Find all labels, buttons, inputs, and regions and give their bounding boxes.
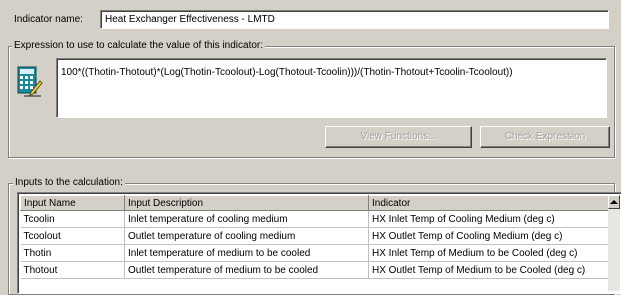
table-row[interactable]: Tcoolout Outlet temperature of cooling m… [20,227,610,245]
input-name-cell[interactable]: Tcoolout [20,227,125,245]
arrow-up-icon [610,200,618,204]
indicator-name-value: Heat Exchanger Effectiveness - LMTD [105,14,275,25]
indicator-cell[interactable]: HX Inlet Temp of Cooling Medium (deg c) [368,210,610,228]
indicator-name-label: Indicator name: [14,14,83,25]
inputs-group-label: Inputs to the calculation: [13,177,125,188]
indicator-cell[interactable]: HX Outlet Temp of Cooling Medium (deg c) [368,227,610,245]
input-description-cell[interactable]: Outlet temperature of medium to be coole… [124,261,369,279]
indicator-name-field[interactable]: Heat Exchanger Effectiveness - LMTD [100,10,609,29]
column-header-indicator[interactable]: Indicator [368,195,610,211]
column-header-input-description[interactable]: Input Description [124,195,369,211]
input-name-cell[interactable]: Thotin [20,244,125,262]
expression-text: 100*((Thotin-Thotout)*(Log(Thotin-Tcoolo… [61,67,513,78]
indicator-cell[interactable]: HX Inlet Temp of Medium to be Cooled (de… [368,244,610,262]
view-functions-button[interactable]: View Functions... [325,126,472,148]
table-scrollbar[interactable] [608,195,620,291]
input-name-cell[interactable]: Thotout [20,261,125,279]
calculator-edit-icon [17,66,43,98]
check-expression-button[interactable]: Check Expression [480,126,610,148]
table-row[interactable]: Thotout Outlet temperature of medium to … [20,261,610,279]
scroll-up-button[interactable] [608,195,620,209]
expression-group-label: Expression to use to calculate the value… [12,40,266,51]
input-description-cell[interactable]: Inlet temperature of medium to be cooled [124,244,369,262]
inputs-table: Input Name Input Description Indicator T… [17,192,621,294]
indicator-cell[interactable]: HX Outlet Temp of Medium to be Cooled (d… [368,261,610,279]
input-name-cell[interactable]: Tcoolin [20,210,125,228]
table-row[interactable]: Thotin Inlet temperature of medium to be… [20,244,610,262]
column-header-input-name[interactable]: Input Name [20,195,125,211]
table-row[interactable]: Tcoolin Inlet temperature of cooling med… [20,210,610,228]
expression-editor[interactable]: 100*((Thotin-Thotout)*(Log(Thotin-Tcoolo… [56,58,607,118]
input-description-cell[interactable]: Outlet temperature of cooling medium [124,227,369,245]
input-description-cell[interactable]: Inlet temperature of cooling medium [124,210,369,228]
table-header-row: Input Name Input Description Indicator [20,195,610,211]
